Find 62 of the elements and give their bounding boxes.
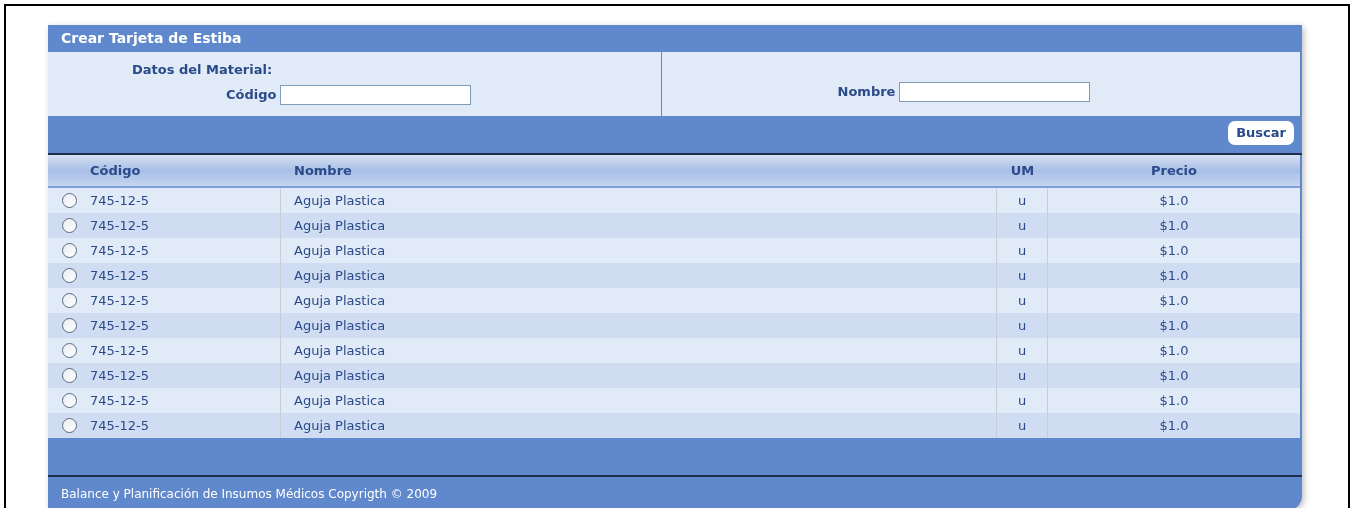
table-cell-text: 745-12-5	[90, 291, 149, 310]
input-field[interactable]	[899, 82, 1091, 102]
column-header: Código	[89, 161, 142, 180]
table-cell-text: Aguja Plastica	[294, 391, 386, 410]
table-cell-text: 745-12-5	[90, 341, 149, 360]
column-header: UM	[1009, 161, 1036, 180]
column-header: Precio	[1150, 161, 1198, 180]
search-button[interactable]: Buscar	[1228, 120, 1294, 145]
radio-button[interactable]	[62, 343, 77, 358]
table-cell-text: u	[1017, 341, 1027, 360]
table-cell-text: 745-12-5	[90, 216, 149, 235]
table-cell-text: u	[1017, 416, 1027, 435]
table-cell-text: $1.0	[1159, 191, 1189, 210]
field-label: Nombre	[837, 83, 896, 102]
table-cell-text: 745-12-5	[90, 241, 149, 260]
table-cell-text: Aguja Plastica	[294, 266, 386, 285]
input-field[interactable]	[280, 84, 472, 105]
table-cell-text: u	[1017, 191, 1027, 210]
table-cell-text: $1.0	[1159, 216, 1189, 235]
radio-button[interactable]	[62, 268, 77, 283]
window-title: Crear Tarjeta de Estiba	[61, 29, 242, 48]
table-cell-text: u	[1017, 366, 1027, 385]
table-cell-text: $1.0	[1159, 266, 1189, 285]
table-cell-text: Aguja Plastica	[294, 416, 386, 435]
table-cell-text: u	[1017, 216, 1027, 235]
table-cell-text: 745-12-5	[90, 366, 149, 385]
table-cell-text: 745-12-5	[90, 391, 149, 410]
table-cell-text: $1.0	[1159, 341, 1189, 360]
table-cell-text: u	[1017, 316, 1027, 335]
table-cell-text: Aguja Plastica	[294, 341, 386, 360]
table-cell-text: u	[1017, 391, 1027, 410]
table-cell-text: $1.0	[1159, 416, 1189, 435]
radio-button[interactable]	[62, 243, 77, 258]
radio-button[interactable]	[62, 293, 77, 308]
radio-button[interactable]	[62, 318, 77, 333]
column-header: Nombre	[293, 161, 353, 180]
radio-button[interactable]	[62, 368, 77, 383]
table-cell-text: u	[1017, 266, 1027, 285]
table-cell-text: Aguja Plastica	[294, 291, 386, 310]
radio-button[interactable]	[62, 218, 77, 233]
table-cell-text: Aguja Plastica	[294, 241, 386, 260]
footer-text: Balance y Planificación de Insumos Médicos Copyrigth © 2009	[61, 485, 438, 503]
radio-button[interactable]	[62, 193, 77, 208]
table-cell-text: 745-12-5	[90, 416, 149, 435]
table-cell-text: Aguja Plastica	[294, 316, 386, 335]
radio-button[interactable]	[62, 418, 77, 433]
table-cell-text: $1.0	[1159, 241, 1189, 260]
table-cell-text: $1.0	[1159, 316, 1189, 335]
table-cell-text: u	[1017, 291, 1027, 310]
table-cell-text: 745-12-5	[90, 266, 149, 285]
table-cell-text: u	[1017, 241, 1027, 260]
table-cell-text: Aguja Plastica	[294, 216, 386, 235]
field-label: Código	[226, 85, 277, 104]
table-cell-text: Aguja Plastica	[294, 191, 386, 210]
table-cell-text: $1.0	[1159, 391, 1189, 410]
table-cell-text: $1.0	[1159, 291, 1189, 310]
radio-button[interactable]	[62, 393, 77, 408]
table-cell-text: 745-12-5	[90, 191, 149, 210]
table-cell-text: 745-12-5	[90, 316, 149, 335]
section-label: Datos del Material:	[132, 61, 273, 79]
table-cell-text: $1.0	[1159, 366, 1189, 385]
table-cell-text: Aguja Plastica	[294, 366, 386, 385]
